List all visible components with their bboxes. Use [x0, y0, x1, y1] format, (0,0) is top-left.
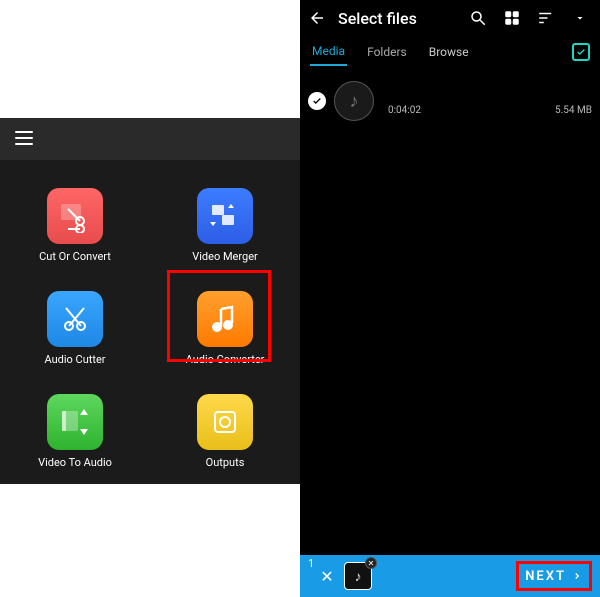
tool-label: Audio Converter	[186, 353, 265, 366]
selection-bottom-bar: 1 ✕ ♪ ✕ NEXT	[300, 555, 600, 597]
tools-dark-area: Cut Or Convert Video Merger	[0, 118, 300, 484]
music-note-icon	[197, 291, 253, 347]
tools-screen: Cut Or Convert Video Merger	[0, 0, 300, 597]
merge-icon	[197, 188, 253, 244]
selection-count: 1	[308, 557, 314, 570]
file-meta: 0:04:02 5.54 MB	[382, 87, 592, 116]
hamburger-menu-button[interactable]	[14, 127, 36, 149]
dropdown-icon[interactable]	[570, 8, 590, 28]
film-to-audio-icon	[47, 394, 103, 450]
file-row[interactable]: ♪ 0:04:02 5.54 MB	[300, 76, 600, 126]
back-button[interactable]	[300, 1, 334, 35]
tool-audio-converter[interactable]: Audio Converter	[165, 291, 285, 366]
file-picker-topbar: Select files	[300, 0, 600, 36]
music-note-icon: ♪	[334, 81, 374, 121]
tools-grid: Cut Or Convert Video Merger	[0, 188, 300, 469]
file-picker-tabs: Media Folders Browse	[300, 36, 600, 68]
topbar-actions	[468, 8, 600, 28]
sort-icon[interactable]	[536, 8, 556, 28]
tab-browse[interactable]: Browse	[427, 39, 471, 65]
selected-file-thumb[interactable]: ♪ ✕	[344, 562, 372, 590]
tool-cut-or-convert[interactable]: Cut Or Convert	[15, 188, 135, 263]
tool-outputs[interactable]: Outputs	[165, 394, 285, 469]
page-title: Select files	[338, 9, 468, 28]
tab-folders[interactable]: Folders	[365, 39, 409, 65]
tool-audio-cutter[interactable]: Audio Cutter	[15, 291, 135, 366]
file-size: 5.54 MB	[555, 105, 592, 116]
file-picker-screen: Select files Media Folders Browse	[300, 0, 600, 597]
next-button[interactable]: NEXT	[517, 565, 590, 588]
remove-file-icon[interactable]: ✕	[365, 557, 377, 569]
scissors-icon	[47, 291, 103, 347]
grid-view-icon[interactable]	[502, 8, 522, 28]
clear-selection-button[interactable]: ✕	[316, 565, 338, 587]
file-selected-check-icon[interactable]	[308, 92, 326, 110]
next-button-label: NEXT	[525, 569, 566, 584]
file-duration: 0:04:02	[388, 105, 421, 116]
output-icon	[197, 394, 253, 450]
chevron-right-icon	[572, 571, 582, 581]
scissors-film-icon	[47, 188, 103, 244]
tool-video-merger[interactable]: Video Merger	[165, 188, 285, 263]
select-all-toggle[interactable]	[572, 43, 590, 61]
search-icon[interactable]	[468, 8, 488, 28]
tool-label: Outputs	[206, 456, 245, 469]
tool-label: Audio Cutter	[44, 353, 105, 366]
tool-video-to-audio[interactable]: Video To Audio	[15, 394, 135, 469]
tool-label: Video To Audio	[38, 456, 112, 469]
tool-label: Video Merger	[192, 250, 258, 263]
tab-media[interactable]: Media	[310, 38, 347, 66]
left-topbar	[0, 118, 300, 160]
tool-label: Cut Or Convert	[39, 250, 111, 263]
